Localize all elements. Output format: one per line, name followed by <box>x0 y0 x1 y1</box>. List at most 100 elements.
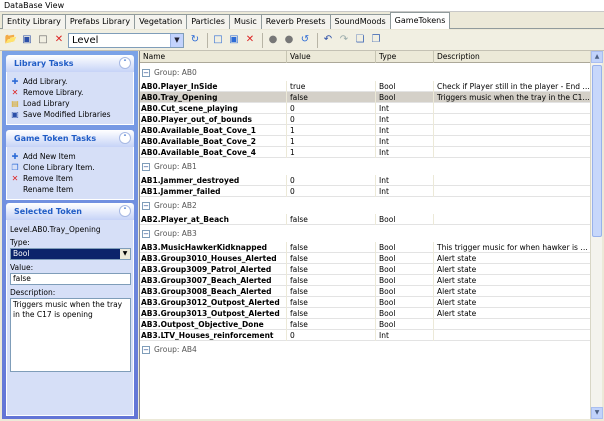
collapse-group-icon[interactable]: − <box>142 162 150 171</box>
table-row[interactable]: AB3.Group3008_Beach_Alerted false Bool Aler… <box>140 286 590 297</box>
table-row[interactable]: AB0.Cut_scene_playing 0 Int <box>140 103 590 114</box>
refresh-icon[interactable]: ↻ <box>188 33 202 47</box>
cell-value[interactable]: false <box>287 286 376 297</box>
chevron-down-icon[interactable]: ▼ <box>170 33 183 47</box>
vertical-scrollbar[interactable]: ▲ ▼ <box>590 51 603 419</box>
remove-item-icon[interactable]: ✕ <box>243 33 257 47</box>
group-row[interactable]: − Group: AB3 <box>140 225 590 242</box>
task-clone-library-item[interactable]: ❐ Clone Library Item. <box>10 162 130 173</box>
cell-value[interactable]: 0 <box>287 114 376 125</box>
redo-icon[interactable]: ↷ <box>337 33 351 47</box>
cell-value[interactable]: 0 <box>287 175 376 186</box>
table-row[interactable]: AB0.Player_InSide true Bool Check if Player… <box>140 81 590 92</box>
cell-value[interactable]: false <box>287 297 376 308</box>
cell-value[interactable]: false <box>287 253 376 264</box>
group-row[interactable]: − Group: AB1 <box>140 158 590 175</box>
tab-prefabs-library[interactable]: Prefabs Library <box>64 14 136 29</box>
table-row[interactable]: AB0.Available_Boat_Cove_4 1 Int <box>140 147 590 158</box>
table-row[interactable]: AB3.Group3013_Outpost_Alerted false Bool Al… <box>140 308 590 319</box>
cell-value[interactable]: false <box>287 92 376 103</box>
assign-icon[interactable]: ● <box>266 33 280 47</box>
collapse-icon[interactable]: ˄ <box>119 57 131 69</box>
task-remove-library[interactable]: ✕ Remove Library. <box>10 87 130 98</box>
cell-value[interactable]: 1 <box>287 147 376 158</box>
copy-icon[interactable]: ❏ <box>353 33 367 47</box>
table-row[interactable]: AB3.Group3012_Outpost_Alerted false Bool Al… <box>140 297 590 308</box>
cell-value[interactable]: true <box>287 81 376 92</box>
library-select[interactable]: Level ▼ <box>68 32 184 48</box>
cell-value[interactable]: 0 <box>287 186 376 197</box>
cell-value[interactable]: 0 <box>287 103 376 114</box>
task-remove-item[interactable]: ✕ Remove Item <box>10 173 130 184</box>
tab-particles[interactable]: Particles <box>186 14 230 29</box>
table-row[interactable]: AB1.Jammer_failed 0 Int <box>140 186 590 197</box>
collapse-group-icon[interactable]: − <box>142 229 150 238</box>
task-load-library[interactable]: ▤ Load Library <box>10 98 130 109</box>
cell-value[interactable]: false <box>287 275 376 286</box>
table-row[interactable]: AB0.Available_Boat_Cove_1 1 Int <box>140 125 590 136</box>
cell-value[interactable]: false <box>287 264 376 275</box>
cell-value[interactable]: 0 <box>287 330 376 341</box>
task-rename-item[interactable]: Rename Item <box>10 184 130 195</box>
task-save-modified-libraries[interactable]: ▣ Save Modified Libraries <box>10 109 130 120</box>
table-row[interactable]: AB2.Player_at_Beach false Bool <box>140 214 590 225</box>
selected-token-header[interactable]: Selected Token ˄ <box>6 203 134 220</box>
cell-value[interactable]: false <box>287 319 376 330</box>
get-properties-icon[interactable]: ● <box>282 33 296 47</box>
column-header-type[interactable]: Type <box>376 51 434 63</box>
scroll-thumb[interactable] <box>592 65 602 237</box>
cell-type: Int <box>376 186 434 197</box>
value-field[interactable]: false <box>10 273 131 285</box>
scroll-down-icon[interactable]: ▼ <box>591 407 603 419</box>
new-document-icon[interactable]: □ <box>36 33 50 47</box>
add-item-icon[interactable]: □ <box>211 33 225 47</box>
column-header-description[interactable]: Description <box>434 51 590 63</box>
collapse-group-icon[interactable]: − <box>142 68 150 77</box>
save-icon[interactable]: ▣ <box>20 33 34 47</box>
group-row[interactable]: − Group: AB4 <box>140 341 590 358</box>
table-row[interactable]: AB3.MusicHawkerKidknapped false Bool This t… <box>140 242 590 253</box>
chevron-down-icon[interactable]: ▼ <box>120 249 130 259</box>
tab-soundmoods[interactable]: SoundMoods <box>329 14 391 29</box>
open-folder-icon[interactable]: 📂 <box>4 33 18 47</box>
task-add-library[interactable]: ✚ Add Library. <box>10 76 130 87</box>
collapse-group-icon[interactable]: − <box>142 345 150 354</box>
table-row[interactable]: AB3.Outpost_Objective_Done false Bool <box>140 319 590 330</box>
undo-icon[interactable]: ↶ <box>321 33 335 47</box>
table-row[interactable]: AB0.Available_Boat_Cove_2 1 Int <box>140 136 590 147</box>
table-row[interactable]: AB1.Jammer_destroyed 0 Int <box>140 175 590 186</box>
tab-entity-library[interactable]: Entity Library <box>2 14 66 29</box>
paste-icon[interactable]: ❐ <box>369 33 383 47</box>
tab-reverb-presets[interactable]: Reverb Presets <box>260 14 331 29</box>
reload-icon[interactable]: ↺ <box>298 33 312 47</box>
description-field[interactable]: Triggers music when the tray in the C17 … <box>10 298 131 372</box>
cell-value[interactable]: false <box>287 242 376 253</box>
delete-icon[interactable]: ✕ <box>52 33 66 47</box>
table-row[interactable]: AB3.Group3009_Patrol_Alerted false Bool Ale… <box>140 264 590 275</box>
table-row[interactable]: AB3.Group3010_Houses_Alerted false Bool Ale… <box>140 253 590 264</box>
cell-value[interactable]: 1 <box>287 136 376 147</box>
tab-music[interactable]: Music <box>228 14 262 29</box>
scroll-up-icon[interactable]: ▲ <box>591 51 603 63</box>
cell-value[interactable]: 1 <box>287 125 376 136</box>
type-select[interactable]: Bool ▼ <box>10 248 131 260</box>
game-token-tasks-header[interactable]: Game Token Tasks ˄ <box>6 130 134 147</box>
cell-value[interactable]: false <box>287 214 376 225</box>
table-row[interactable]: AB3.Group3007_Beach_Alerted false Bool Aler… <box>140 275 590 286</box>
collapse-icon[interactable]: ˄ <box>119 205 131 217</box>
collapse-group-icon[interactable]: − <box>142 201 150 210</box>
column-header-value[interactable]: Value <box>287 51 376 63</box>
group-row[interactable]: − Group: AB0 <box>140 64 590 81</box>
group-row[interactable]: − Group: AB2 <box>140 197 590 214</box>
table-row[interactable]: AB0.Tray_Opening false Bool Triggers music … <box>140 92 590 103</box>
clone-item-icon[interactable]: ▣ <box>227 33 241 47</box>
cell-value[interactable]: false <box>287 308 376 319</box>
table-row[interactable]: AB3.LTV_Houses_reinforcement 0 Int <box>140 330 590 341</box>
library-tasks-header[interactable]: Library Tasks ˄ <box>6 55 134 72</box>
column-header-name[interactable]: Name <box>140 51 287 63</box>
collapse-icon[interactable]: ˄ <box>119 132 131 144</box>
tab-gametokens[interactable]: GameTokens <box>389 12 451 29</box>
table-row[interactable]: AB0.Player_out_of_bounds 0 Int <box>140 114 590 125</box>
tab-vegetation[interactable]: Vegetation <box>134 14 188 29</box>
task-add-new-item[interactable]: ✚ Add New Item <box>10 151 130 162</box>
